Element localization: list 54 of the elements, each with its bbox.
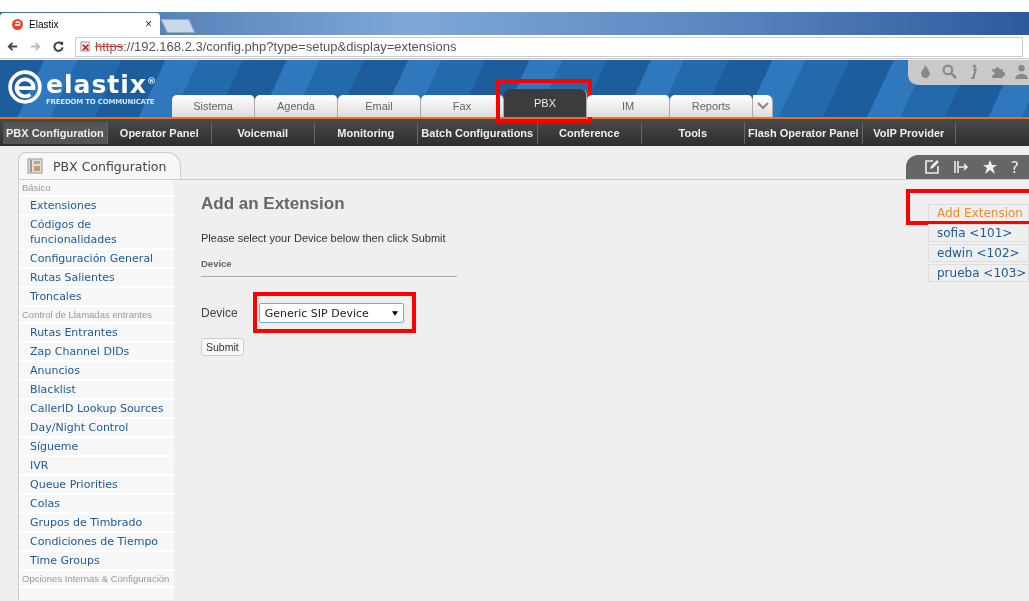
menu-item[interactable]: Tools: [641, 121, 745, 144]
menu-item[interactable]: Operator Panel: [107, 121, 212, 144]
sidebar-link[interactable]: Rutas Salientes: [19, 269, 174, 288]
menu-tab[interactable]: IM: [587, 95, 670, 117]
tab-title: Elastix: [29, 18, 60, 30]
group-heading: Básico: [19, 180, 174, 197]
group-heading: Control de Llamadas entrantes: [19, 307, 174, 324]
sidebar-link[interactable]: IVR: [19, 457, 174, 476]
instruction-text: Please select your Device below then click Submit: [201, 232, 447, 244]
menu-item[interactable]: Flash Operator Panel: [744, 121, 863, 144]
section-heading: Device: [201, 258, 457, 277]
sidebar-link[interactable]: Configuración General: [19, 250, 174, 269]
sidebar-link[interactable]: Blacklist: [19, 381, 174, 400]
sidebar-link[interactable]: Condiciones de Tiempo: [19, 533, 174, 552]
device-dropdown[interactable]: Generic SIP Device: [258, 303, 404, 323]
extension-link[interactable]: sofia <101>: [928, 224, 1029, 242]
help-icon[interactable]: ?: [1010, 157, 1019, 177]
menu-tab[interactable]: Email: [338, 95, 421, 117]
menu-tab[interactable]: Fax: [421, 95, 504, 117]
submit-button[interactable]: Submit: [201, 338, 244, 356]
sidebar-link[interactable]: Códigos de funcionalidades: [19, 216, 174, 250]
sidebar-link[interactable]: Extensiones: [19, 197, 174, 216]
menu-item[interactable]: VoIP Provider: [862, 121, 956, 144]
menu-tab[interactable]: Agenda: [255, 95, 338, 117]
page-title: Add an Extension: [201, 194, 346, 214]
sidebar-link[interactable]: Rutas Entrantes: [19, 324, 174, 343]
sidebar-link[interactable]: Day/Night Control: [19, 419, 174, 438]
menu-tab[interactable]: Reports: [670, 95, 753, 117]
field-label: Device: [201, 306, 238, 320]
address-field[interactable]: https://192.168.2.3/config.php?type=setup&display=extensions: [75, 36, 1023, 57]
close-icon[interactable]: ×: [145, 17, 152, 31]
browser-tab[interactable]: Elastix ×: [0, 13, 160, 35]
menu-item[interactable]: PBX Configuration: [3, 121, 108, 144]
sidebar-link[interactable]: Anuncios: [19, 362, 174, 381]
sidebar-link[interactable]: Zap Channel DIDs: [19, 343, 174, 362]
menu-item[interactable]: Voicemail: [211, 121, 315, 144]
extension-link[interactable]: prueba <103>: [928, 264, 1029, 282]
menu-item[interactable]: Monitoring: [314, 121, 418, 144]
sidebar-link[interactable]: Time Groups: [19, 552, 174, 571]
sidebar-link[interactable]: Queue Priorities: [19, 476, 174, 495]
menu-tab[interactable]: Sistema: [172, 95, 255, 117]
sidebar-link[interactable]: Grupos de Timbrado: [19, 514, 174, 533]
sidebar-link[interactable]: CallerID Lookup Sources: [19, 400, 174, 419]
panel-tab[interactable]: PBX Configuration: [18, 152, 182, 179]
logo-text: elastix$^{®}$: [46, 69, 157, 99]
menu-item[interactable]: Batch Configurations: [417, 121, 538, 144]
sidebar-link[interactable]: Sígueme: [19, 438, 174, 457]
menu-tab[interactable]: PBX: [504, 89, 587, 117]
group-heading: Opciones Internas & Configuración: [19, 571, 174, 588]
url-text: https://192.168.2.3/config.php?type=setup&display=extensions: [95, 39, 457, 54]
extension-link[interactable]: edwin <102>: [928, 244, 1029, 262]
sidebar-link[interactable]: Colas: [19, 495, 174, 514]
sidebar-link[interactable]: Troncales: [19, 288, 174, 307]
menu-item[interactable]: Conference: [537, 121, 642, 144]
